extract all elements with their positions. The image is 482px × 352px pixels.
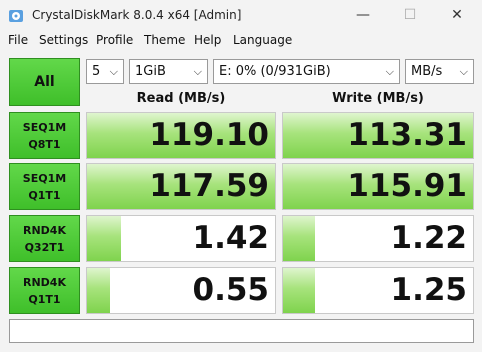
- write-value: 1.25: [390, 272, 468, 308]
- chevron-down-icon: ⌵: [193, 65, 202, 78]
- test-button-rnd4k-q32t1[interactable]: RND4K Q32T1: [9, 215, 80, 262]
- unit-value: MB/s: [411, 64, 443, 79]
- comment-field[interactable]: [9, 319, 474, 343]
- test-label-line1: SEQ1M: [22, 120, 67, 134]
- test-count-select[interactable]: 5 ⌵: [86, 59, 124, 84]
- test-button-rnd4k-q1t1[interactable]: RND4K Q1T1: [9, 267, 80, 314]
- read-result-cell: 0.55: [86, 267, 276, 314]
- test-button-seq1m-q8t1[interactable]: SEQ1M Q8T1: [9, 112, 80, 159]
- test-count-value: 5: [92, 64, 101, 79]
- read-bar: [87, 268, 110, 313]
- read-value: 1.42: [192, 220, 270, 256]
- chevron-down-icon: ⌵: [385, 65, 394, 78]
- write-value: 1.22: [390, 220, 468, 256]
- window-title: CrystalDiskMark 8.0.4 x64 [Admin]: [32, 8, 242, 22]
- read-bar: [87, 216, 121, 261]
- menu-help[interactable]: Help: [194, 33, 221, 47]
- test-label-line1: RND4K: [23, 275, 66, 289]
- close-button[interactable]: ✕: [434, 0, 480, 30]
- test-label-line2: Q1T1: [28, 188, 61, 202]
- minimize-button[interactable]: —: [340, 0, 386, 30]
- test-button-seq1m-q1t1[interactable]: SEQ1M Q1T1: [9, 163, 80, 210]
- close-icon: ✕: [451, 7, 463, 23]
- chevron-down-icon: ⌵: [459, 65, 468, 78]
- menu-profile[interactable]: Profile: [96, 33, 133, 47]
- write-header: Write (MB/s): [332, 91, 424, 106]
- write-bar: [283, 268, 316, 313]
- write-bar: [283, 216, 316, 261]
- read-result-cell: 1.42: [86, 215, 276, 262]
- minimize-icon: —: [356, 7, 370, 23]
- menu-language[interactable]: Language: [233, 33, 292, 47]
- chevron-down-icon: ⌵: [109, 65, 118, 78]
- write-result-cell: 113.31: [282, 112, 474, 159]
- read-header: Read (MB/s): [136, 91, 226, 106]
- menu-file[interactable]: File: [8, 33, 28, 47]
- write-value: 113.31: [347, 117, 467, 153]
- drive-value: E: 0% (0/931GiB): [219, 64, 331, 79]
- write-result-cell: 1.22: [282, 215, 474, 262]
- test-size-value: 1GiB: [135, 64, 166, 79]
- unit-select[interactable]: MB/s ⌵: [405, 59, 474, 84]
- test-label-line2: Q8T1: [28, 137, 61, 151]
- test-size-select[interactable]: 1GiB ⌵: [129, 59, 208, 84]
- app-icon: [9, 10, 23, 22]
- write-result-cell: 1.25: [282, 267, 474, 314]
- read-result-cell: 119.10: [86, 112, 276, 159]
- menu-theme[interactable]: Theme: [144, 33, 185, 47]
- drive-select[interactable]: E: 0% (0/931GiB) ⌵: [213, 59, 400, 84]
- read-value: 117.59: [149, 168, 269, 204]
- title-bar: CrystalDiskMark 8.0.4 x64 [Admin] — ☐ ✕: [0, 0, 482, 30]
- test-label-line2: Q1T1: [28, 292, 61, 306]
- read-value: 119.10: [149, 117, 269, 153]
- run-all-button[interactable]: All: [9, 58, 80, 106]
- read-result-cell: 117.59: [86, 163, 276, 210]
- write-value: 115.91: [347, 168, 467, 204]
- maximize-button[interactable]: ☐: [387, 0, 433, 30]
- write-result-cell: 115.91: [282, 163, 474, 210]
- maximize-icon: ☐: [403, 7, 417, 23]
- menu-bar: File Settings Profile Theme Help Languag…: [0, 30, 482, 52]
- test-label-line1: RND4K: [23, 223, 66, 237]
- menu-settings[interactable]: Settings: [39, 33, 88, 47]
- test-label-line2: Q32T1: [24, 240, 65, 254]
- test-label-line1: SEQ1M: [22, 171, 67, 185]
- read-value: 0.55: [192, 272, 270, 308]
